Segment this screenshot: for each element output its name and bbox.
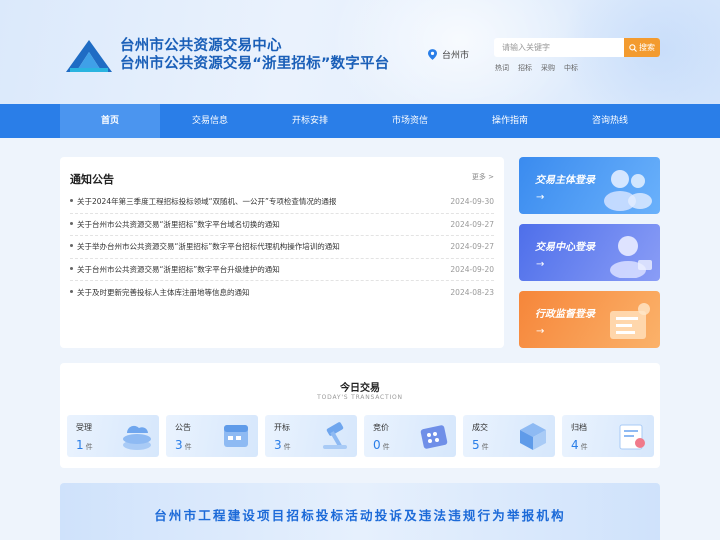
stat-label: 开标 [274,423,290,432]
site-title-line1: 台州市公共资源交易中心 [120,38,282,54]
today-transactions-panel: 今日交易 TODAY'S TRANSACTION 受理 1件 公告 3件 开标 [60,363,660,468]
card-title: 行政监督登录 [535,309,595,320]
card-title: 交易中心登录 [535,242,595,253]
trade-entity-login-card[interactable]: 交易主体登录 → [519,157,660,214]
stat-count: 0件 [373,438,390,452]
stat-bid-opening[interactable]: 开标 3件 [265,415,357,457]
trade-center-login-card[interactable]: 交易中心登录 → [519,224,660,281]
hot-word-link[interactable]: 中标 [564,63,578,73]
notice-item-date: 2024-09-30 [450,197,494,207]
arrow-right-icon: → [536,259,545,270]
arrow-right-icon: → [536,326,545,337]
stat-label: 公告 [175,423,191,432]
notice-item-title[interactable]: 关于及时更新完善投标人主体库注册地等信息的通知 [70,287,250,298]
stat-bidding[interactable]: 竞价 0件 [364,415,456,457]
stat-count: 5件 [472,438,489,452]
notice-item-title[interactable]: 关于举办台州市公共资源交易“浙里招标”数字平台招标代理机构操作培训的通知 [70,241,340,252]
hot-word-link[interactable]: 采购 [541,63,555,73]
search-button[interactable]: 搜索 [624,38,660,57]
notice-title: 通知公告 [70,173,114,186]
notice-item[interactable]: 关于举办台州市公共资源交易“浙里招标”数字平台招标代理机构操作培训的通知 202… [70,236,494,259]
logo-icon[interactable] [64,38,114,74]
more-link[interactable]: 更多 > [472,172,494,182]
nav-item-market-credit[interactable]: 市场资信 [360,104,460,138]
notice-item-date: 2024-09-27 [450,219,494,229]
notice-item-date: 2024-09-27 [450,242,494,252]
nav-item-trade-info[interactable]: 交易信息 [160,104,260,138]
search-bar: 请输入关键字 搜索 [494,38,660,57]
stat-label: 竞价 [373,423,389,432]
calendar-icon [224,425,248,447]
site-title: 台州市公共资源交易中心 台州市公共资源交易“浙里招标”数字平台 [120,37,389,73]
site-header: 台州市公共资源交易中心 台州市公共资源交易“浙里招标”数字平台 台州市 请输入关… [0,0,720,104]
card-title: 交易主体登录 [535,175,595,186]
notice-item-title[interactable]: 关于2024年第三季度工程招标投标领域“双随机、一公开”专项检查情况的通报 [70,196,336,207]
nav-item-bid-opening[interactable]: 开标安排 [260,104,360,138]
search-input[interactable]: 请输入关键字 [494,38,624,57]
hot-word-link[interactable]: 招标 [518,63,532,73]
notice-item[interactable]: 关于2024年第三季度工程招标投标领域“双随机、一公开”专项检查情况的通报 20… [70,191,494,214]
notice-item[interactable]: 关于台州市公共资源交易“浙里招标”数字平台域名切换的通知 2024-09-27 [70,214,494,237]
notice-item-title[interactable]: 关于台州市公共资源交易“浙里招标”数字平台升级维护的通知 [70,264,280,275]
notice-list: 关于2024年第三季度工程招标投标领域“双随机、一公开”专项检查情况的通报 20… [70,191,494,304]
notice-panel: 通知公告 更多 > 关于2024年第三季度工程招标投标领域“双随机、一公开”专项… [60,157,504,348]
notice-item-title[interactable]: 关于台州市公共资源交易“浙里招标”数字平台域名切换的通知 [70,219,280,230]
site-title-line2: 台州市公共资源交易“浙里招标”数字平台 [120,56,390,72]
location-selector[interactable]: 台州市 [428,48,469,61]
location-label: 台州市 [442,51,470,61]
stat-announcement[interactable]: 公告 3件 [166,415,258,457]
location-pin-icon [428,49,437,60]
notice-item-date: 2024-08-23 [450,288,494,298]
search-icon [629,43,637,52]
stat-label: 受理 [76,423,92,432]
stat-count: 3件 [175,438,192,452]
notice-item[interactable]: 关于台州市公共资源交易“浙里招标”数字平台升级维护的通知 2024-09-20 [70,259,494,282]
search-button-label: 搜索 [639,43,655,52]
stat-label: 归档 [571,423,587,432]
notice-item-date: 2024-09-20 [450,265,494,275]
calculator-icon [420,425,448,449]
cube-icon [520,423,546,450]
document-icon [610,303,650,339]
stat-count: 1件 [76,438,93,452]
user-icon [610,236,652,278]
stat-deal[interactable]: 成交 5件 [463,415,555,457]
arrow-right-icon: → [536,192,545,203]
admin-supervision-login-card[interactable]: 行政监督登录 → [519,291,660,348]
hot-words-label: 热词 [495,64,509,72]
users-icon [604,170,652,211]
banner-text: 台州市工程建设项目招标投标活动投诉及违法违规行为举报机构 [154,508,566,523]
archive-folder-icon [619,424,645,450]
stat-accepted[interactable]: 受理 1件 [67,415,159,457]
hot-words: 热词 招标 采购 中标 [495,63,578,73]
today-title: 今日交易 [340,383,380,394]
stat-label: 成交 [472,423,488,432]
today-subtitle: TODAY'S TRANSACTION [317,394,403,401]
stat-archived[interactable]: 归档 4件 [562,415,654,457]
nav-item-hotline[interactable]: 咨询热线 [560,104,660,138]
complaint-agency-banner[interactable]: 台州市工程建设项目招标投标活动投诉及违法违规行为举报机构 [60,483,660,540]
nav-item-home[interactable]: 首页 [60,104,160,138]
gavel-icon [323,422,347,449]
main-nav: 首页 交易信息 开标安排 市场资信 操作指南 咨询热线 [0,104,720,138]
notice-item[interactable]: 关于及时更新完善投标人主体库注册地等信息的通知 2024-08-23 [70,281,494,304]
nav-item-guide[interactable]: 操作指南 [460,104,560,138]
transaction-stats: 受理 1件 公告 3件 开标 3件 竞价 0 件 成交 5 件 归档 4 件 [67,415,654,457]
cloud-stack-icon [123,425,151,450]
stat-count: 4件 [571,438,588,452]
stat-count: 3件 [274,438,291,452]
